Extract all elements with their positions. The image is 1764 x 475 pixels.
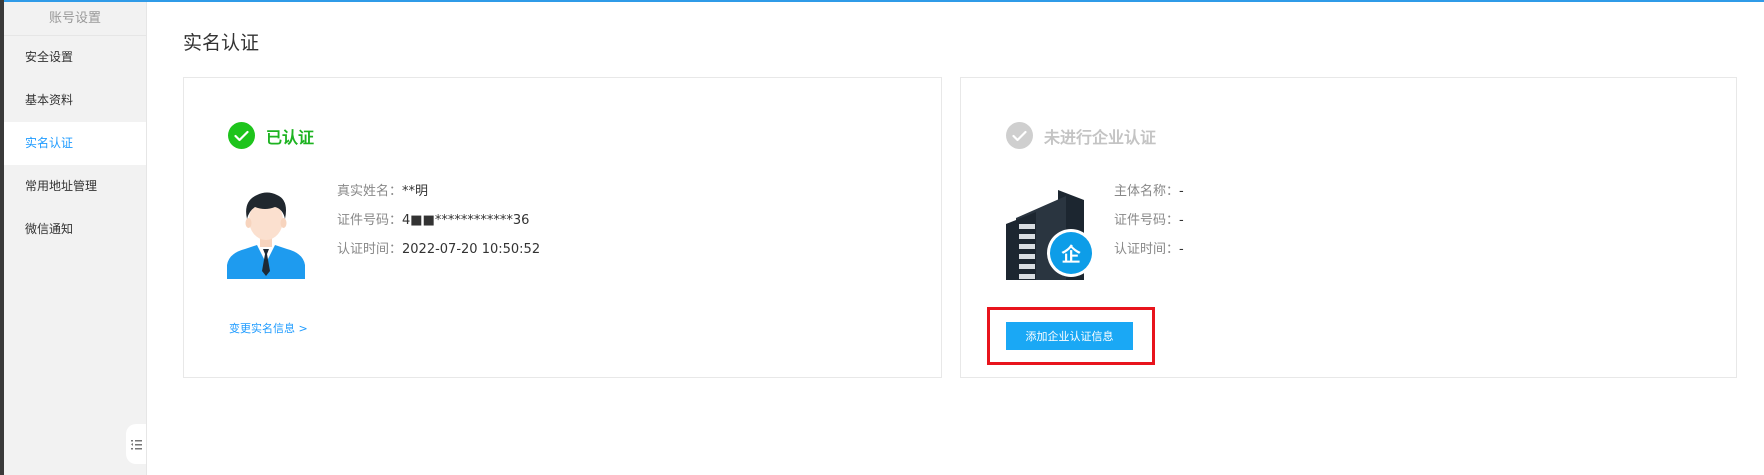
verified-status: 已认证	[228, 122, 314, 149]
sidebar-item-real-name[interactable]: 实名认证	[4, 122, 146, 165]
change-real-name-link[interactable]: 变更实名信息 >	[229, 320, 308, 336]
personal-verification-card: 已认证 真实姓名：**明 证件号码：4■■************36 认证时间…	[183, 77, 942, 378]
check-circle-icon	[228, 122, 255, 149]
info-row: 主体名称：-	[1114, 184, 1184, 199]
enterprise-badge-text: 企	[1061, 244, 1081, 266]
highlight-box: 添加企业认证信息	[987, 307, 1155, 365]
sidebar-title: 账号设置	[4, 2, 146, 36]
pending-status-label: 未进行企业认证	[1044, 127, 1157, 147]
sidebar-collapse-button[interactable]	[126, 424, 146, 464]
sidebar: 账号设置 安全设置 基本资料 实名认证 常用地址管理 微信通知	[4, 2, 147, 475]
personal-info-list: 真实姓名：**明 证件号码：4■■************36 认证时间：202…	[337, 177, 540, 264]
add-enterprise-verification-button[interactable]: 添加企业认证信息	[1006, 322, 1133, 350]
check-circle-icon	[1006, 122, 1033, 149]
top-accent-line	[0, 0, 1764, 2]
person-avatar-icon	[227, 189, 305, 283]
enterprise-info-list: 主体名称：- 证件号码：- 认证时间：-	[1114, 177, 1184, 264]
list-collapse-icon	[130, 435, 142, 454]
sidebar-item-address[interactable]: 常用地址管理	[4, 165, 146, 208]
info-row: 证件号码：-	[1114, 213, 1184, 228]
sidebar-item-profile[interactable]: 基本资料	[4, 79, 146, 122]
enterprise-verification-card: 未进行企业认证 企 主体名称：- 证件号码：- 认证时间：- 添加企业认证信息	[960, 77, 1737, 378]
info-row: 认证时间：-	[1114, 242, 1184, 257]
page-title: 实名认证	[183, 32, 260, 54]
verified-status-label: 已认证	[266, 127, 315, 147]
info-row: 证件号码：4■■************36	[337, 213, 530, 228]
info-row: 真实姓名：**明	[337, 184, 429, 199]
pending-status: 未进行企业认证	[1006, 122, 1156, 149]
sidebar-item-security[interactable]: 安全设置	[4, 36, 146, 79]
sidebar-item-wechat[interactable]: 微信通知	[4, 208, 146, 251]
enterprise-building-icon: 企	[1006, 190, 1101, 280]
info-row: 认证时间：2022-07-20 10:50:52	[337, 242, 541, 257]
